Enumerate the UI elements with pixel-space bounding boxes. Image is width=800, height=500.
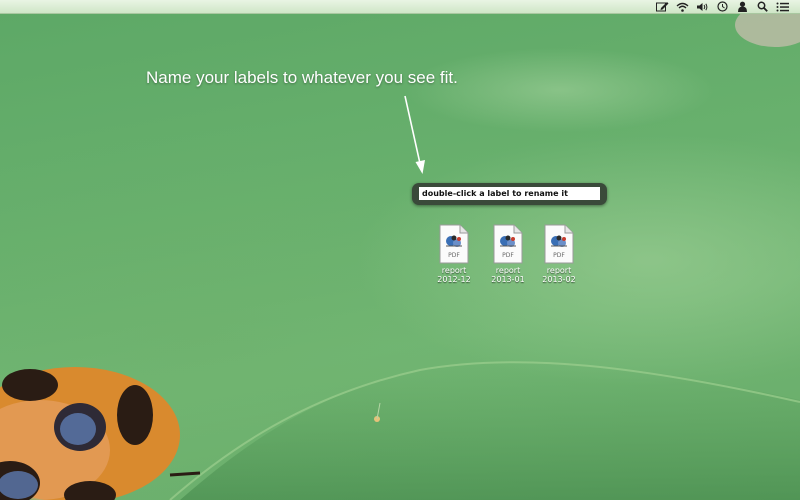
file-label-line2: 2013-01 xyxy=(491,275,525,284)
pdf-document-icon: PDF xyxy=(438,224,470,264)
menu-bar xyxy=(0,0,800,14)
instruction-caption: Name your labels to whatever you see fit… xyxy=(146,68,458,87)
file-label-line1: report xyxy=(441,266,467,275)
pdf-badge: PDF xyxy=(553,252,565,259)
pointer-arrow-icon xyxy=(404,95,425,174)
rename-label-input[interactable] xyxy=(419,187,600,200)
pdf-document-icon: PDF xyxy=(543,224,575,264)
pdf-file-report-2012-12[interactable]: PDF report 2012-12 xyxy=(429,224,479,284)
wallpaper-ladybug xyxy=(0,367,201,500)
pdf-badge: PDF xyxy=(448,252,460,259)
pdf-badge: PDF xyxy=(502,252,514,259)
file-label-line2: 2012-12 xyxy=(437,275,471,284)
file-label[interactable]: report 2013-01 xyxy=(491,266,524,284)
wifi-icon[interactable] xyxy=(674,0,690,13)
list-menu-icon[interactable] xyxy=(774,0,790,13)
file-label-line1: report xyxy=(546,266,572,275)
file-label[interactable]: report 2012-12 xyxy=(437,266,470,284)
pdf-document-icon: PDF xyxy=(492,224,524,264)
file-label[interactable]: report 2013-02 xyxy=(542,266,575,284)
user-icon[interactable] xyxy=(734,0,750,13)
volume-icon[interactable] xyxy=(694,0,710,13)
spotlight-search-icon[interactable] xyxy=(754,0,770,13)
edit-icon[interactable] xyxy=(654,0,670,13)
pdf-file-report-2013-02[interactable]: PDF report 2013-02 xyxy=(534,224,584,284)
desktop: Name your labels to whatever you see fit… xyxy=(0,0,800,500)
pdf-file-report-2013-01[interactable]: PDF report 2013-01 xyxy=(483,224,533,284)
file-label-line2: 2013-02 xyxy=(542,275,576,284)
file-label-line1: report xyxy=(495,266,521,275)
rename-label-bar xyxy=(412,183,607,205)
clock-icon[interactable] xyxy=(714,0,730,13)
